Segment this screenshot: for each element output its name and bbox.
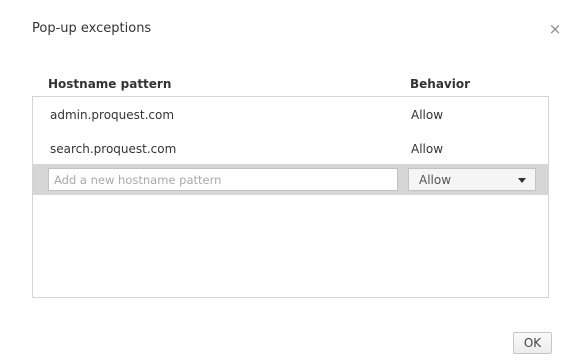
close-icon[interactable]: × bbox=[548, 22, 562, 37]
table-row[interactable]: admin.proquest.com Allow bbox=[33, 98, 548, 132]
chevron-down-icon bbox=[518, 178, 526, 183]
behavior-column-header: Behavior bbox=[410, 77, 471, 91]
hostname-column-header: Hostname pattern bbox=[48, 77, 172, 91]
dialog-title: Pop-up exceptions bbox=[32, 21, 152, 36]
exceptions-list: admin.proquest.com Allow search.proquest… bbox=[32, 96, 549, 298]
behavior-cell: Allow bbox=[411, 108, 444, 122]
behavior-cell: Allow bbox=[411, 142, 444, 156]
behavior-dropdown-value: Allow bbox=[419, 173, 452, 187]
ok-button[interactable]: OK bbox=[513, 332, 552, 354]
table-row[interactable]: search.proquest.com Allow bbox=[33, 132, 548, 166]
popup-exceptions-dialog: Pop-up exceptions × Hostname pattern Beh… bbox=[0, 0, 569, 364]
new-entry-row: Allow bbox=[33, 164, 548, 195]
behavior-dropdown[interactable]: Allow bbox=[408, 168, 536, 191]
hostname-cell: search.proquest.com bbox=[50, 142, 177, 156]
hostname-pattern-input[interactable] bbox=[48, 168, 398, 191]
hostname-cell: admin.proquest.com bbox=[50, 108, 175, 122]
